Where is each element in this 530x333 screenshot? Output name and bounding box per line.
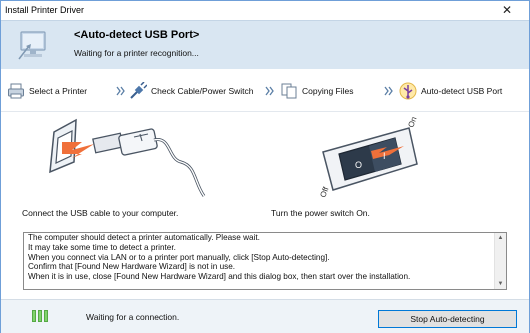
step-check-cable: Check Cable/Power Switch: [129, 82, 254, 100]
status-led: [44, 310, 48, 322]
title-bar: Install Printer Driver ✕: [1, 1, 529, 20]
switch-off-mark: O: [355, 160, 362, 170]
step-auto-detect-usb: Auto-detect USB Port: [399, 82, 502, 100]
footer-bar: Waiting for a connection. Stop Auto-dete…: [1, 299, 529, 333]
step-bar: Select a Printer Check Cable/Power Switc…: [1, 69, 529, 112]
page-title: <Auto-detect USB Port>: [74, 29, 200, 41]
message-line: When you connect via LAN or to a printer…: [28, 252, 330, 262]
switch-on-label: On: [406, 116, 418, 129]
power-switch-illustration: O I On Off: [318, 116, 418, 199]
window-title: Install Printer Driver: [5, 5, 85, 15]
usb-caption: Connect the USB cable to your computer.: [22, 208, 179, 218]
step-copying-files: Copying Files: [280, 82, 354, 100]
status-text: Waiting for a connection.: [86, 312, 180, 322]
copy-files-icon: [281, 83, 297, 99]
status-led: [38, 310, 42, 322]
message-line: The computer should detect a printer aut…: [28, 233, 260, 242]
plug-icon: [130, 82, 147, 99]
close-button[interactable]: ✕: [487, 2, 527, 19]
message-line: When it is in use, close [Found New Hard…: [28, 272, 411, 282]
message-line: It may take some time to detect a printe…: [28, 242, 176, 252]
message-line: Confirm that [Found New Hardware Wizard]…: [28, 262, 236, 272]
step-label: Auto-detect USB Port: [421, 86, 503, 96]
stop-auto-detecting-button[interactable]: Stop Auto-detecting: [378, 310, 517, 328]
power-caption: Turn the power switch On.: [271, 208, 370, 218]
status-indicator: [32, 310, 48, 322]
usb-icon: [399, 82, 417, 100]
installer-window: Install Printer Driver ✕ <Auto-detect US…: [0, 0, 530, 333]
step-label: Copying Files: [302, 86, 354, 96]
chevron-right-icon: [265, 86, 274, 96]
switch-off-label: Off: [318, 185, 330, 199]
scroll-down-icon[interactable]: ▼: [495, 279, 506, 289]
illustration-area: O I On Off Connect the USB cable to your…: [1, 112, 529, 224]
vertical-scrollbar[interactable]: ▲ ▼: [494, 233, 506, 289]
chevron-right-icon: [116, 86, 125, 96]
scroll-up-icon[interactable]: ▲: [495, 233, 506, 243]
usb-computer-icon: [18, 31, 46, 60]
step-label: Select a Printer: [29, 86, 88, 96]
switch-on-mark: I: [383, 151, 386, 161]
printer-icon: [8, 83, 24, 99]
status-led: [32, 310, 36, 322]
header-banner: <Auto-detect USB Port> Waiting for a pri…: [1, 20, 529, 69]
chevron-right-icon: [384, 86, 393, 96]
step-label: Check Cable/Power Switch: [151, 86, 254, 96]
usb-cable-illustration: [49, 118, 206, 197]
page-subtitle: Waiting for a printer recognition...: [74, 48, 199, 58]
step-select-printer: Select a Printer: [7, 82, 87, 100]
instructions-textbox[interactable]: The computer should detect a printer aut…: [23, 232, 507, 290]
